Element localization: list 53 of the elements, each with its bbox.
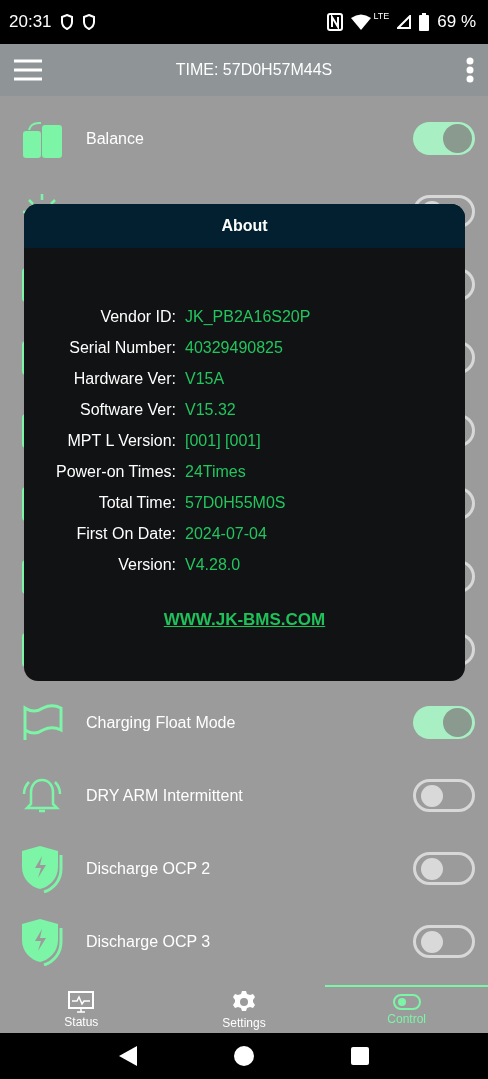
flag-icon xyxy=(21,703,63,742)
setting-label: Discharge OCP 3 xyxy=(86,932,212,951)
field-value: [001] [001] xyxy=(185,431,261,451)
field-value: V4.28.0 xyxy=(185,555,241,575)
gear-icon xyxy=(232,990,256,1014)
wifi-icon xyxy=(351,14,372,30)
monitor-icon xyxy=(68,991,95,1013)
nfc-icon xyxy=(327,13,344,31)
toggle-switch[interactable] xyxy=(413,925,475,958)
shield-icon xyxy=(19,917,65,966)
setting-label: Discharge OCP 2 xyxy=(86,859,212,878)
field-label: Total Time: xyxy=(98,493,176,513)
app-title: TIME: 57D0H57M44S xyxy=(174,61,334,79)
clock-time: 20:31 xyxy=(9,12,52,32)
toggle-switch[interactable] xyxy=(413,706,475,739)
nav-tab[interactable]: Settings xyxy=(162,985,326,1033)
dialog-title: About xyxy=(221,217,268,235)
back-icon[interactable] xyxy=(117,1045,138,1067)
more-icon[interactable] xyxy=(466,57,474,83)
field-value: 57D0H55M0S xyxy=(185,493,286,513)
field-label: Vendor ID: xyxy=(100,307,176,327)
shield-icon xyxy=(59,14,74,30)
shield-icon xyxy=(19,844,65,893)
menu-icon[interactable] xyxy=(14,59,42,81)
setting-label: Balance xyxy=(86,129,145,148)
battery-percent: 69 % xyxy=(437,12,476,32)
nav-tab[interactable]: Status xyxy=(0,985,163,1033)
field-label: Software Ver: xyxy=(79,400,176,420)
setting-label: Charging Float Mode xyxy=(86,713,237,732)
field-label: Power-on Times: xyxy=(55,462,176,482)
setting-label: DRY ARM Intermittent xyxy=(86,786,244,805)
field-value: 24Times xyxy=(185,462,246,482)
website-link[interactable]: WWW.JK-BMS.COM xyxy=(163,610,326,630)
network-type: LTE xyxy=(373,11,390,21)
toggle-switch[interactable] xyxy=(413,122,475,155)
toggle-icon xyxy=(392,994,421,1010)
field-label: Version: xyxy=(118,555,176,575)
signal-icon xyxy=(397,15,412,29)
shield-icon xyxy=(81,14,96,30)
field-label: MPT L Version: xyxy=(67,431,176,451)
field-value: JK_PB2A16S20P xyxy=(185,307,311,327)
field-value: 2024-07-04 xyxy=(185,524,267,544)
field-value: V15.32 xyxy=(185,400,236,420)
battery-icon xyxy=(419,13,430,31)
toggle-switch[interactable] xyxy=(413,779,475,812)
field-value: 40329490825 xyxy=(185,338,283,358)
recents-icon[interactable] xyxy=(350,1046,371,1066)
field-label: Serial Number: xyxy=(69,338,176,358)
field-label: First On Date: xyxy=(76,524,176,544)
field-label: Hardware Ver: xyxy=(73,369,176,389)
toggle-switch[interactable] xyxy=(413,852,475,885)
home-icon[interactable] xyxy=(233,1045,255,1067)
field-value: V15A xyxy=(185,369,225,389)
